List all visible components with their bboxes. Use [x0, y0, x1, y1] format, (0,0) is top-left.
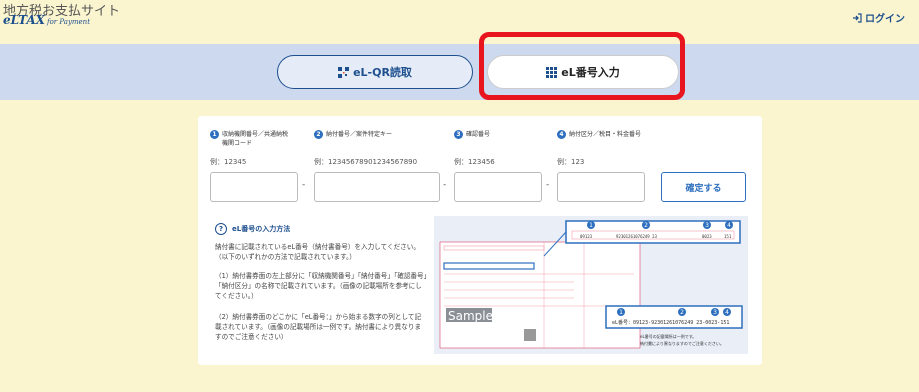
confirmation-number-input[interactable]: [454, 172, 542, 202]
institution-number-input[interactable]: [210, 172, 298, 202]
login-label: ログイン: [865, 14, 905, 25]
eltax-logo: eLTAX for Payment: [3, 13, 91, 27]
input-panel: 1 収納機関番号／共通納税機関コード 2 納付番号／案件特定キー 3 確認番号 4 納付…: [198, 116, 762, 365]
svg-text:09123: 09123: [580, 234, 593, 239]
sample-bill-illustration: Sample 09123 92301261076249 23 0023 151 …: [439, 220, 743, 349]
svg-text:92301261076249 23: 92301261076249 23: [616, 234, 658, 239]
help-paragraph-1: 納付書に記載されているeL番号（納付書番号）を入力してください。（以下のいずれか…: [215, 243, 420, 261]
qr-icon: [338, 66, 350, 78]
svg-text:4: 4: [725, 309, 729, 316]
header: 地方税お支払サイト eLTAX for Payment ログイン: [0, 0, 919, 44]
svg-text:2: 2: [644, 222, 648, 229]
svg-text:eL番号の記載場所は一例です。: eL番号の記載場所は一例です。: [640, 333, 696, 339]
svg-text:1: 1: [589, 222, 593, 229]
payment-number-input[interactable]: [314, 172, 440, 202]
svg-text:納付書により異なりますのでご注意ください。: 納付書により異なりますのでご注意ください。: [640, 340, 724, 346]
highlight-box: [479, 32, 685, 100]
example-1: 例：12345: [210, 158, 247, 166]
separator: -: [546, 180, 550, 190]
field-label-2: 2 納付番号／案件特定キー: [314, 130, 424, 139]
separator: -: [443, 180, 447, 190]
tab-el-qr-label: eL-QR読取: [353, 66, 412, 79]
field-label-3: 3 確認番号: [454, 130, 534, 139]
confirm-button[interactable]: 確定する: [661, 172, 746, 202]
example-3: 例：123456: [454, 158, 495, 166]
help-paragraph-3: （2）納付書券面のどこかに「eL番号：」から始まる数字の列として記載されています…: [215, 313, 422, 341]
svg-text:151: 151: [724, 234, 732, 239]
svg-text:eL番号：09123-92301261076249 23-0: eL番号：09123-92301261076249 23-0023-151: [612, 319, 729, 326]
field-label-1: 1 収納機関番号／共通納税機関コード: [210, 130, 292, 148]
login-button[interactable]: ログイン: [852, 10, 905, 25]
svg-text:3: 3: [713, 309, 717, 316]
payment-category-input[interactable]: [557, 172, 645, 202]
svg-text:2: 2: [680, 309, 684, 316]
help-title: ? eL番号の入力方法: [215, 223, 290, 235]
svg-text:1: 1: [619, 309, 623, 316]
svg-text:0023: 0023: [702, 234, 712, 239]
example-4: 例：123: [557, 158, 585, 166]
tab-el-qr[interactable]: eL-QR読取: [277, 55, 473, 89]
sample-watermark: Sample: [448, 309, 493, 323]
svg-text:4: 4: [727, 222, 731, 229]
svg-text:3: 3: [705, 222, 709, 229]
question-icon: ?: [215, 223, 227, 235]
login-icon: [853, 12, 862, 23]
field-label-4: 4 納付区分／税目・料金番号: [557, 130, 667, 139]
separator: -: [302, 180, 306, 190]
sample-bill-image: Sample 09123 92301261076249 23 0023 151 …: [434, 216, 748, 354]
help-paragraph-2: （1）納付書券面の左上部分に「収納機関番号」「納付番号」「確認番号」「納付区分」…: [215, 272, 427, 300]
example-2: 例：12345678901234567890: [314, 158, 418, 166]
